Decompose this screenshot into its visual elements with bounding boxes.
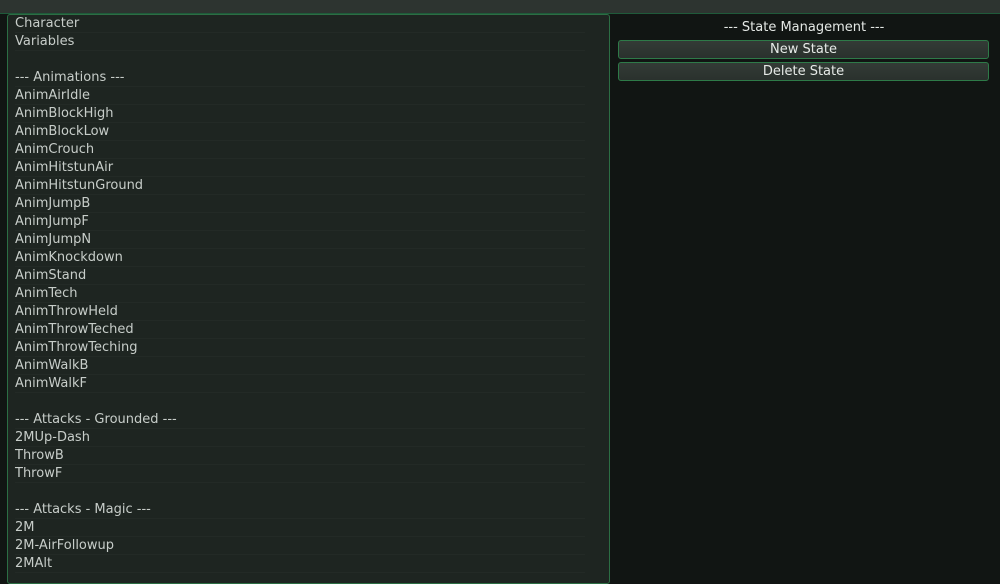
list-item[interactable]: AnimThrowHeld bbox=[15, 303, 585, 321]
list-item[interactable]: Variables bbox=[15, 33, 585, 51]
delete-state-button[interactable]: Delete State bbox=[618, 62, 989, 81]
list-item[interactable]: AnimAirIdle bbox=[15, 87, 585, 105]
list-section-header: --- Attacks - Grounded --- bbox=[15, 411, 585, 429]
list-section-header: --- Attacks - Magic --- bbox=[15, 501, 585, 519]
list-item[interactable]: 2M-AirFollowup bbox=[15, 537, 585, 555]
list-item[interactable]: AnimStand bbox=[15, 267, 585, 285]
new-state-button[interactable]: New State bbox=[618, 40, 989, 59]
list-item[interactable]: AnimHitstunGround bbox=[15, 177, 585, 195]
list-item[interactable]: AnimBlockLow bbox=[15, 123, 585, 141]
state-list-panel[interactable]: Character Variables --- Animations --- Anim… bbox=[7, 14, 610, 584]
list-item[interactable]: AnimThrowTeched bbox=[15, 321, 585, 339]
list-item[interactable]: AnimThrowTeching bbox=[15, 339, 585, 357]
list-item[interactable]: AnimWalkB bbox=[15, 357, 585, 375]
list-item[interactable]: Character bbox=[15, 15, 585, 33]
top-bar bbox=[0, 0, 1000, 14]
list-item[interactable]: AnimWalkF bbox=[15, 375, 585, 393]
list-item[interactable]: AnimBlockHigh bbox=[15, 105, 585, 123]
list-item[interactable]: AnimJumpB bbox=[15, 195, 585, 213]
list-item[interactable]: ThrowF bbox=[15, 465, 585, 483]
state-list[interactable]: Character Variables --- Animations --- Anim… bbox=[15, 15, 585, 573]
list-item[interactable]: AnimJumpF bbox=[15, 213, 585, 231]
list-item[interactable]: AnimKnockdown bbox=[15, 249, 585, 267]
state-management-title: --- State Management --- bbox=[723, 20, 885, 35]
list-item[interactable]: AnimTech bbox=[15, 285, 585, 303]
list-item[interactable]: 2M bbox=[15, 519, 585, 537]
state-management-panel: --- State Management --- New State Delet… bbox=[618, 14, 990, 84]
list-item[interactable]: AnimHitstunAir bbox=[15, 159, 585, 177]
list-item[interactable]: AnimJumpN bbox=[15, 231, 585, 249]
list-section-header: --- Animations --- bbox=[15, 69, 585, 87]
list-item[interactable]: ThrowB bbox=[15, 447, 585, 465]
list-item[interactable]: 2MUp-Dash bbox=[15, 429, 585, 447]
list-item[interactable]: 2MAlt bbox=[15, 555, 585, 573]
list-item[interactable]: AnimCrouch bbox=[15, 141, 585, 159]
